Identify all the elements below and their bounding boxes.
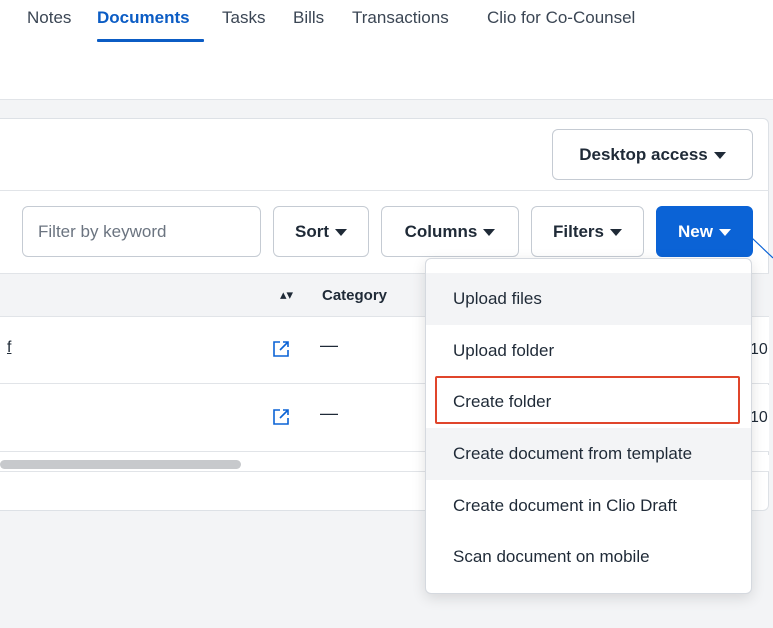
active-tab-indicator xyxy=(97,39,204,42)
menu-item-create-folder[interactable]: Create folder xyxy=(426,376,751,428)
menu-item-upload-folder[interactable]: Upload folder xyxy=(426,325,751,377)
menu-item-scan-document-on-mobile[interactable]: Scan document on mobile xyxy=(426,531,751,583)
sort-icon[interactable]: ▴▾ xyxy=(280,287,293,303)
columns-button[interactable]: Columns xyxy=(381,206,519,257)
document-name-link[interactable]: f xyxy=(7,339,11,357)
filter-keyword-input[interactable] xyxy=(22,206,261,257)
tab-tasks[interactable]: Tasks xyxy=(222,8,265,28)
caret-down-icon xyxy=(610,229,623,236)
caret-down-icon xyxy=(713,152,726,159)
document-tabs: Notes Documents Tasks Bills Transactions… xyxy=(0,0,773,50)
external-link-icon[interactable] xyxy=(272,408,290,426)
menu-item-create-document-in-clio-draft[interactable]: Create document in Clio Draft xyxy=(426,480,751,532)
tab-documents[interactable]: Documents xyxy=(97,8,190,28)
filters-button[interactable]: Filters xyxy=(531,206,644,257)
new-label: New xyxy=(678,221,713,241)
desktop-access-button[interactable]: Desktop access xyxy=(552,129,753,180)
tab-bills[interactable]: Bills xyxy=(293,8,324,28)
tab-clio-for-co-counsel[interactable]: Clio for Co-Counsel xyxy=(487,8,635,28)
caret-down-icon xyxy=(718,229,731,236)
toolbar-divider xyxy=(0,190,769,191)
sort-button[interactable]: Sort xyxy=(273,206,369,257)
caret-down-icon xyxy=(335,229,347,236)
menu-item-upload-files[interactable]: Upload files xyxy=(426,273,751,325)
new-button[interactable]: New xyxy=(656,206,753,257)
category-value: — xyxy=(320,335,338,355)
sort-label: Sort xyxy=(295,221,329,241)
external-link-icon[interactable] xyxy=(272,340,290,358)
scrollbar-thumb[interactable] xyxy=(0,460,241,469)
date-value: 10 xyxy=(750,341,768,358)
desktop-access-label: Desktop access xyxy=(579,144,708,164)
filters-label: Filters xyxy=(552,221,605,241)
date-value: 10 xyxy=(750,409,768,426)
column-header-category[interactable]: Category xyxy=(322,287,387,304)
tab-transactions[interactable]: Transactions xyxy=(352,8,449,28)
columns-label: Columns xyxy=(404,221,478,241)
new-dropdown-menu: Upload files Upload folder Create folder… xyxy=(425,258,752,594)
menu-item-create-document-from-template[interactable]: Create document from template xyxy=(426,428,751,480)
category-value: — xyxy=(320,403,338,423)
caret-down-icon xyxy=(483,229,496,236)
tab-notes[interactable]: Notes xyxy=(27,8,71,28)
